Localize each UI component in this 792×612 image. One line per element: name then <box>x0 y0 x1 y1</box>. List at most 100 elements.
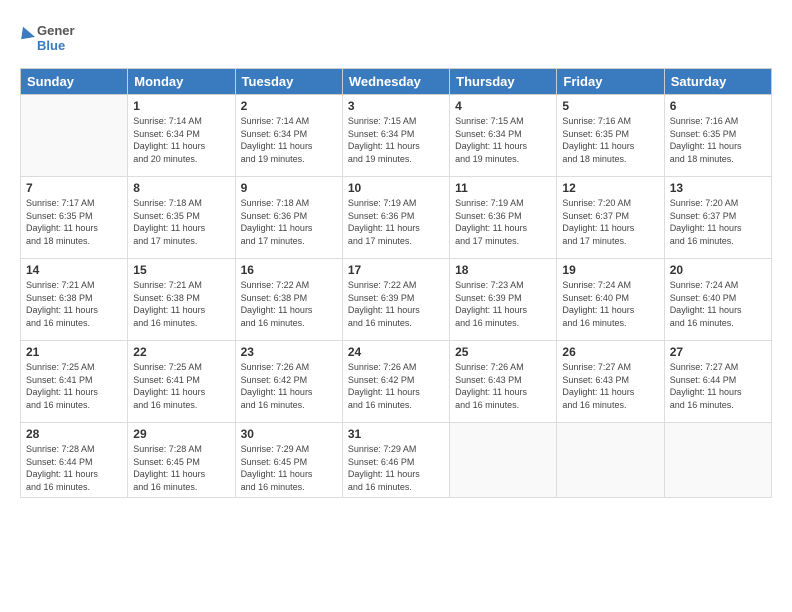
calendar-day-cell: 5Sunrise: 7:16 AM Sunset: 6:35 PM Daylig… <box>557 95 664 177</box>
day-number: 29 <box>133 427 229 441</box>
day-number: 11 <box>455 181 551 195</box>
day-info: Sunrise: 7:29 AM Sunset: 6:45 PM Dayligh… <box>241 443 337 493</box>
day-info: Sunrise: 7:29 AM Sunset: 6:46 PM Dayligh… <box>348 443 444 493</box>
calendar-day-cell: 3 Sunrise: 7:15 AM Sunset: 6:34 PM Daylig… <box>342 95 449 177</box>
calendar-day-cell: 24 Sunrise: 7:26 AM Sunset: 6:42 PM Dayli… <box>342 341 449 423</box>
day-number: 1 <box>133 99 229 113</box>
day-number: 13 <box>670 181 766 195</box>
day-number: 22 <box>133 345 229 359</box>
calendar-day-cell: 31 Sunrise: 7:29 AM Sunset: 6:46 PM Dayli… <box>342 423 449 498</box>
calendar-day-cell: 7 Sunrise: 7:17 AM Sunset: 6:35 PM Daylig… <box>21 177 128 259</box>
empty-cell <box>21 95 128 177</box>
day-info: Sunrise: 7:24 AM Sunset: 6:40 PM Dayligh… <box>670 279 766 329</box>
day-info: Sunrise: 7:19 AM Sunset: 6:36 PM Dayligh… <box>348 197 444 247</box>
day-info: Sunrise: 7:16 AM Sunset: 6:35 PM Dayligh… <box>670 115 766 165</box>
day-number: 30 <box>241 427 337 441</box>
day-info: Sunrise: 7:27 AM Sunset: 6:44 PM Dayligh… <box>670 361 766 411</box>
calendar-week-row: 21 Sunrise: 7:25 AM Sunset: 6:41 PM Dayli… <box>21 341 772 423</box>
day-number: 20 <box>670 263 766 277</box>
day-header-tuesday: Tuesday <box>235 69 342 95</box>
day-info: Sunrise: 7:26 AM Sunset: 6:43 PM Dayligh… <box>455 361 551 411</box>
day-number: 4 <box>455 99 551 113</box>
day-info: Sunrise: 7:22 AM Sunset: 6:39 PM Dayligh… <box>348 279 444 329</box>
day-info: Sunrise: 7:23 AM Sunset: 6:39 PM Dayligh… <box>455 279 551 329</box>
day-info: Sunrise: 7:20 AM Sunset: 6:37 PM Dayligh… <box>562 197 658 247</box>
day-info: Sunrise: 7:16 AM Sunset: 6:35 PM Dayligh… <box>562 115 658 165</box>
calendar-day-cell: 16 Sunrise: 7:22 AM Sunset: 6:38 PM Dayli… <box>235 259 342 341</box>
day-number: 15 <box>133 263 229 277</box>
calendar-day-cell: 15Sunrise: 7:21 AM Sunset: 6:38 PM Dayli… <box>128 259 235 341</box>
empty-cell <box>664 423 771 498</box>
calendar-day-cell: 10Sunrise: 7:19 AM Sunset: 6:36 PM Dayli… <box>342 177 449 259</box>
calendar-week-row: 28 Sunrise: 7:28 AM Sunset: 6:44 PM Dayli… <box>21 423 772 498</box>
logo-svg: GeneralBlue <box>20 18 75 56</box>
day-number: 19 <box>562 263 658 277</box>
calendar-week-row: 7 Sunrise: 7:17 AM Sunset: 6:35 PM Daylig… <box>21 177 772 259</box>
calendar-day-cell: 13Sunrise: 7:20 AM Sunset: 6:37 PM Dayli… <box>664 177 771 259</box>
day-info: Sunrise: 7:26 AM Sunset: 6:42 PM Dayligh… <box>348 361 444 411</box>
day-number: 25 <box>455 345 551 359</box>
day-info: Sunrise: 7:26 AM Sunset: 6:42 PM Dayligh… <box>241 361 337 411</box>
calendar-day-cell: 25 Sunrise: 7:26 AM Sunset: 6:43 PM Dayli… <box>450 341 557 423</box>
calendar-day-cell: 12Sunrise: 7:20 AM Sunset: 6:37 PM Dayli… <box>557 177 664 259</box>
day-header-wednesday: Wednesday <box>342 69 449 95</box>
day-info: Sunrise: 7:28 AM Sunset: 6:44 PM Dayligh… <box>26 443 122 493</box>
day-number: 8 <box>133 181 229 195</box>
day-number: 2 <box>241 99 337 113</box>
calendar-day-cell: 23 Sunrise: 7:26 AM Sunset: 6:42 PM Dayli… <box>235 341 342 423</box>
day-number: 24 <box>348 345 444 359</box>
day-number: 3 <box>348 99 444 113</box>
day-number: 28 <box>26 427 122 441</box>
day-info: Sunrise: 7:17 AM Sunset: 6:35 PM Dayligh… <box>26 197 122 247</box>
calendar-day-cell: 4 Sunrise: 7:15 AM Sunset: 6:34 PM Daylig… <box>450 95 557 177</box>
day-number: 17 <box>348 263 444 277</box>
day-number: 27 <box>670 345 766 359</box>
calendar-table: SundayMondayTuesdayWednesdayThursdayFrid… <box>20 68 772 498</box>
day-info: Sunrise: 7:24 AM Sunset: 6:40 PM Dayligh… <box>562 279 658 329</box>
calendar-day-cell: 8 Sunrise: 7:18 AM Sunset: 6:35 PM Daylig… <box>128 177 235 259</box>
day-number: 31 <box>348 427 444 441</box>
day-number: 16 <box>241 263 337 277</box>
calendar-day-cell: 20 Sunrise: 7:24 AM Sunset: 6:40 PM Dayli… <box>664 259 771 341</box>
day-info: Sunrise: 7:25 AM Sunset: 6:41 PM Dayligh… <box>133 361 229 411</box>
calendar-day-cell: 9Sunrise: 7:18 AM Sunset: 6:36 PM Daylig… <box>235 177 342 259</box>
day-header-saturday: Saturday <box>664 69 771 95</box>
calendar-day-cell: 18 Sunrise: 7:23 AM Sunset: 6:39 PM Dayli… <box>450 259 557 341</box>
day-number: 14 <box>26 263 122 277</box>
calendar-day-cell: 11 Sunrise: 7:19 AM Sunset: 6:36 PM Dayli… <box>450 177 557 259</box>
calendar-day-cell: 21 Sunrise: 7:25 AM Sunset: 6:41 PM Dayli… <box>21 341 128 423</box>
day-info: Sunrise: 7:25 AM Sunset: 6:41 PM Dayligh… <box>26 361 122 411</box>
calendar-day-cell: 2 Sunrise: 7:14 AM Sunset: 6:34 PM Daylig… <box>235 95 342 177</box>
page-container: GeneralBlue SundayMondayTuesdayWednesday… <box>0 0 792 612</box>
day-header-thursday: Thursday <box>450 69 557 95</box>
days-header-row: SundayMondayTuesdayWednesdayThursdayFrid… <box>21 69 772 95</box>
day-info: Sunrise: 7:18 AM Sunset: 6:35 PM Dayligh… <box>133 197 229 247</box>
day-header-monday: Monday <box>128 69 235 95</box>
calendar-day-cell: 14 Sunrise: 7:21 AM Sunset: 6:38 PM Dayli… <box>21 259 128 341</box>
day-number: 21 <box>26 345 122 359</box>
day-info: Sunrise: 7:21 AM Sunset: 6:38 PM Dayligh… <box>26 279 122 329</box>
calendar-day-cell: 27 Sunrise: 7:27 AM Sunset: 6:44 PM Dayli… <box>664 341 771 423</box>
day-number: 7 <box>26 181 122 195</box>
empty-cell <box>450 423 557 498</box>
day-info: Sunrise: 7:22 AM Sunset: 6:38 PM Dayligh… <box>241 279 337 329</box>
day-info: Sunrise: 7:15 AM Sunset: 6:34 PM Dayligh… <box>455 115 551 165</box>
day-info: Sunrise: 7:15 AM Sunset: 6:34 PM Dayligh… <box>348 115 444 165</box>
empty-cell <box>557 423 664 498</box>
day-number: 18 <box>455 263 551 277</box>
day-info: Sunrise: 7:19 AM Sunset: 6:36 PM Dayligh… <box>455 197 551 247</box>
day-info: Sunrise: 7:14 AM Sunset: 6:34 PM Dayligh… <box>133 115 229 165</box>
calendar-week-row: 14 Sunrise: 7:21 AM Sunset: 6:38 PM Dayli… <box>21 259 772 341</box>
day-info: Sunrise: 7:27 AM Sunset: 6:43 PM Dayligh… <box>562 361 658 411</box>
calendar-day-cell: 26 Sunrise: 7:27 AM Sunset: 6:43 PM Dayli… <box>557 341 664 423</box>
svg-text:Blue: Blue <box>37 38 65 53</box>
day-number: 26 <box>562 345 658 359</box>
day-number: 23 <box>241 345 337 359</box>
day-info: Sunrise: 7:14 AM Sunset: 6:34 PM Dayligh… <box>241 115 337 165</box>
day-info: Sunrise: 7:18 AM Sunset: 6:36 PM Dayligh… <box>241 197 337 247</box>
calendar-day-cell: 17 Sunrise: 7:22 AM Sunset: 6:39 PM Dayli… <box>342 259 449 341</box>
calendar-day-cell: 29 Sunrise: 7:28 AM Sunset: 6:45 PM Dayli… <box>128 423 235 498</box>
calendar-day-cell: 28 Sunrise: 7:28 AM Sunset: 6:44 PM Dayli… <box>21 423 128 498</box>
day-info: Sunrise: 7:28 AM Sunset: 6:45 PM Dayligh… <box>133 443 229 493</box>
calendar-day-cell: 30 Sunrise: 7:29 AM Sunset: 6:45 PM Dayli… <box>235 423 342 498</box>
